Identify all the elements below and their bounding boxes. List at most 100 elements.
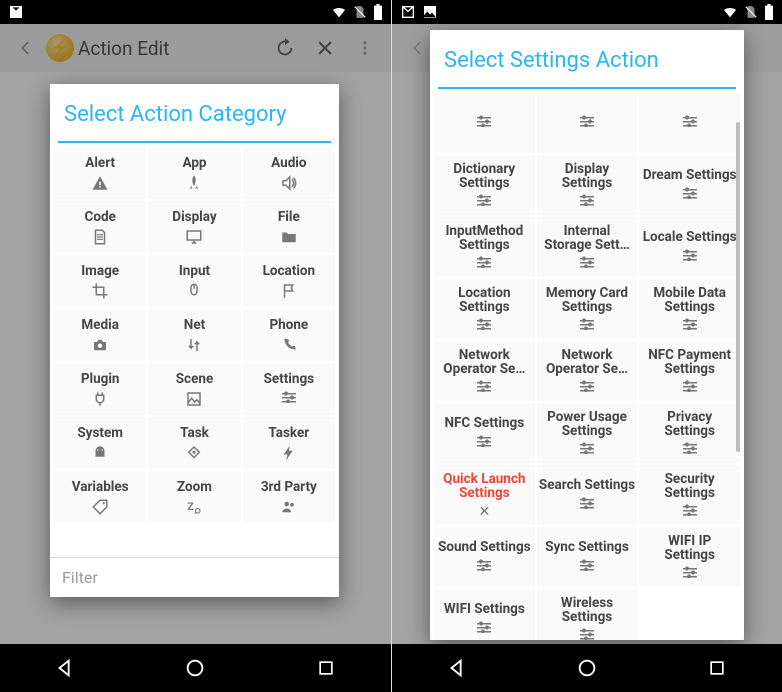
item-label: Settings — [264, 372, 315, 386]
monitor-icon — [185, 228, 203, 246]
lightning-icon — [280, 444, 298, 462]
tune-icon — [580, 558, 594, 576]
media-item[interactable]: Media — [54, 309, 146, 361]
item-label: Task — [180, 426, 209, 440]
memory-card-settings-item[interactable]: Memory Card Settings — [537, 279, 638, 339]
settings-item[interactable]: Settings — [243, 363, 335, 415]
dream-settings-item[interactable]: Dream Settings — [639, 155, 740, 215]
tune-icon — [477, 620, 491, 638]
inputmethod-settings-item[interactable]: InputMethod Settings — [434, 217, 535, 277]
code-item[interactable]: Code — [54, 201, 146, 253]
wifi-ip-settings-item[interactable]: WIFI IP Settings — [639, 527, 740, 587]
tune-icon — [477, 194, 491, 210]
tune-icon — [477, 114, 491, 132]
item-label: Scene — [176, 372, 214, 386]
nav-home-button[interactable] — [173, 646, 217, 690]
wireless-settings-item[interactable]: Wireless Settings — [537, 589, 638, 640]
sync-settings-item[interactable]: Sync Settings — [537, 527, 638, 587]
select-action-category-dialog: Select Action Category AlertAppAudio Code… — [50, 84, 339, 597]
scrollbar-thumb[interactable] — [736, 122, 740, 452]
security-settings-item[interactable]: Security Settings — [639, 465, 740, 525]
quick-launch-settings-item[interactable]: Quick Launch Settings✕ — [434, 465, 535, 525]
item-label: Plugin — [81, 372, 120, 386]
picture-icon — [185, 390, 203, 408]
tune-icon — [683, 114, 697, 132]
scene-item[interactable]: Scene — [148, 363, 240, 415]
item-label: Input — [179, 264, 210, 278]
zoom-item[interactable]: ZoomZ — [148, 471, 240, 523]
3rd-party-item[interactable]: 3rd Party — [243, 471, 335, 523]
item-2-item[interactable] — [639, 93, 740, 153]
tune-icon — [477, 318, 491, 334]
item-label: Location — [263, 264, 316, 278]
network-operator-se-item[interactable]: Network Operator Se… — [434, 341, 535, 401]
x-icon: ✕ — [478, 504, 490, 520]
item-label: Net — [184, 318, 205, 332]
nfc-settings-item[interactable]: NFC Settings — [434, 403, 535, 463]
tune-icon — [683, 318, 697, 334]
filter-input[interactable] — [62, 568, 327, 587]
tune-icon — [683, 442, 697, 458]
locale-settings-item[interactable]: Locale Settings — [639, 217, 740, 277]
network-operator-se-item[interactable]: Network Operator Se… — [537, 341, 638, 401]
tune-icon — [683, 380, 697, 396]
item-label: Tasker — [268, 426, 309, 440]
file-item[interactable]: File — [243, 201, 335, 253]
nav-back-button[interactable] — [435, 646, 479, 690]
tasker-item[interactable]: Tasker — [243, 417, 335, 469]
variables-item[interactable]: Variables — [54, 471, 146, 523]
filter-row — [50, 557, 339, 597]
nav-back-button[interactable] — [43, 646, 87, 690]
power-usage-settings-item[interactable]: Power Usage Settings — [537, 403, 638, 463]
display-settings-item[interactable]: Display Settings — [537, 155, 638, 215]
search-settings-item[interactable]: Search Settings — [537, 465, 638, 525]
system-item[interactable]: System — [54, 417, 146, 469]
task-item[interactable]: Task — [148, 417, 240, 469]
item-label: Phone — [269, 318, 308, 332]
input-item[interactable]: Input — [148, 255, 240, 307]
item-label: NFC Payment Settings — [641, 348, 738, 376]
group-icon — [280, 498, 298, 516]
privacy-settings-item[interactable]: Privacy Settings — [639, 403, 740, 463]
plugin-item[interactable]: Plugin — [54, 363, 146, 415]
alert-item[interactable]: Alert — [54, 147, 146, 199]
audio-item[interactable]: Audio — [243, 147, 335, 199]
item-label: Code — [84, 210, 115, 224]
item-1-item[interactable] — [537, 93, 638, 153]
left-screen: Action Edit Select Action Category Alert… — [0, 0, 391, 692]
image-item[interactable]: Image — [54, 255, 146, 307]
tune-icon — [477, 558, 491, 576]
wifi-settings-item[interactable]: WIFI Settings — [434, 589, 535, 640]
select-settings-action-dialog: Select Settings Action Dictionary Settin… — [430, 30, 744, 640]
location-settings-item[interactable]: Location Settings — [434, 279, 535, 339]
item-label: Sync Settings — [545, 540, 629, 554]
item-label: Dream Settings — [643, 168, 737, 182]
location-item[interactable]: Location — [243, 255, 335, 307]
item-label: File — [278, 210, 300, 224]
battery-icon — [373, 4, 383, 20]
settings-action-grid: Dictionary SettingsDisplay Settings Dream… — [430, 89, 744, 640]
nfc-payment-settings-item[interactable]: NFC Payment Settings — [639, 341, 740, 401]
right-screen: A Select Settings Action Dictionary Sett… — [391, 0, 782, 692]
item-label: Search Settings — [539, 478, 635, 492]
net-item[interactable]: Net — [148, 309, 240, 361]
dictionary-settings-item[interactable]: Dictionary Settings — [434, 155, 535, 215]
internal-storage-sett-item[interactable]: Internal Storage Sett… — [537, 217, 638, 277]
display-item[interactable]: Display — [148, 201, 240, 253]
svg-text:Z: Z — [188, 500, 195, 513]
nav-recent-button[interactable] — [695, 646, 739, 690]
phone-item[interactable]: Phone — [243, 309, 335, 361]
app-item[interactable]: App — [148, 147, 240, 199]
nav-home-button[interactable] — [565, 646, 609, 690]
dialog-title: Select Action Category — [50, 84, 339, 141]
item-0-item[interactable] — [434, 93, 535, 153]
tune-icon — [580, 256, 594, 272]
sound-settings-item[interactable]: Sound Settings — [434, 527, 535, 587]
tune-icon — [477, 380, 491, 396]
tune-icon — [580, 628, 594, 640]
item-label: Power Usage Settings — [539, 410, 636, 438]
speaker-icon — [280, 174, 298, 192]
nav-recent-button[interactable] — [304, 646, 348, 690]
mobile-data-settings-item[interactable]: Mobile Data Settings — [639, 279, 740, 339]
no-sim-icon — [353, 4, 367, 20]
